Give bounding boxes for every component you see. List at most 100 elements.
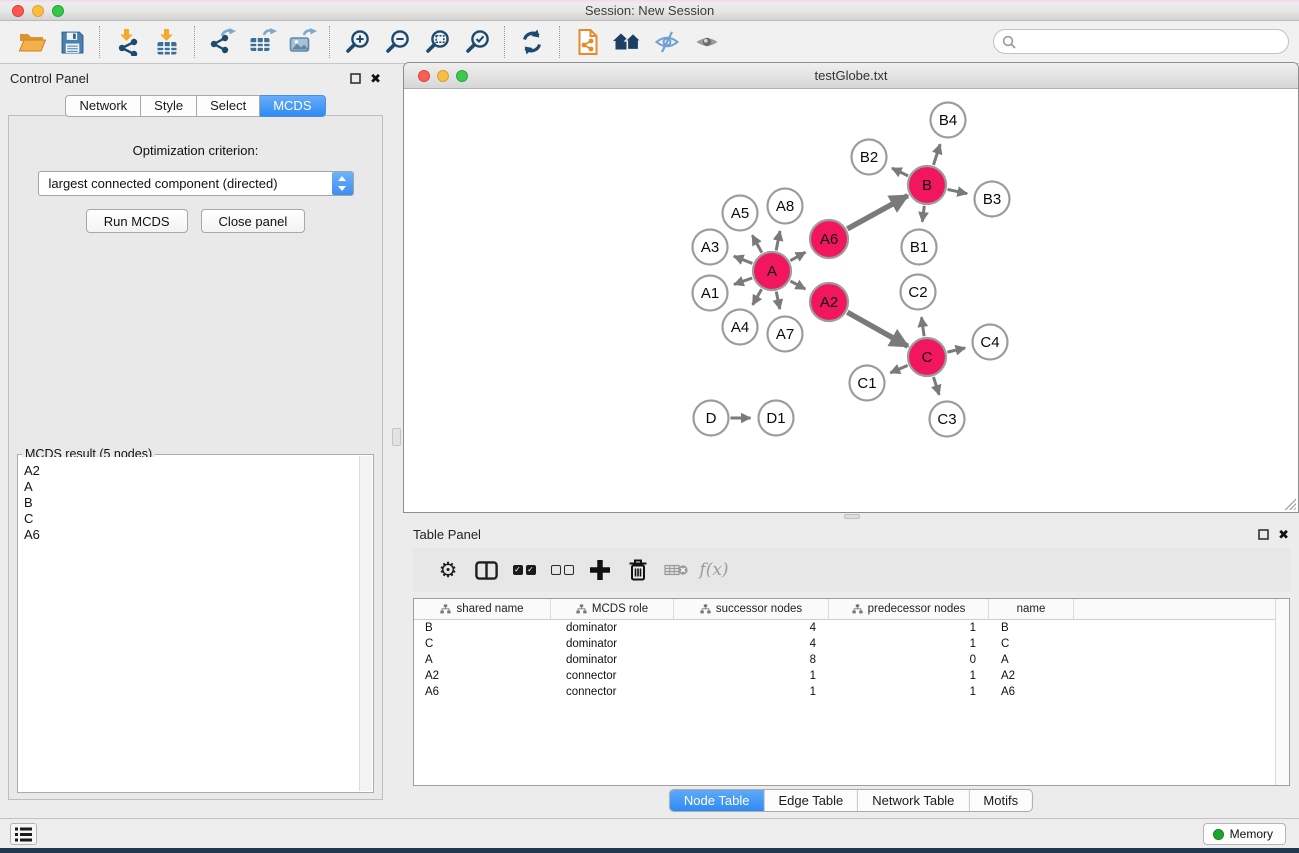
search-field[interactable] <box>993 29 1289 54</box>
table-cell[interactable]: 1 <box>829 684 989 700</box>
table-row[interactable]: Bdominator41B <box>414 620 1289 636</box>
graph-node-B2[interactable]: B2 <box>852 140 887 175</box>
criterion-select[interactable]: largest connected component (directed) <box>38 171 354 196</box>
zoom-selected-button[interactable] <box>457 24 497 60</box>
mcds-result-item[interactable]: A <box>24 479 359 495</box>
close-panel-button[interactable]: Close panel <box>201 209 306 233</box>
edge-C-C3[interactable] <box>933 377 939 395</box>
table-cell[interactable]: A6 <box>989 684 1074 700</box>
tab-select[interactable]: Select <box>197 95 260 117</box>
function-builder-button[interactable]: f(x) <box>695 552 733 588</box>
network-canvas[interactable]: B4B2BB3A5A8A6B1A3AC2A1A2A4A7C4CC1C3DD1 <box>404 89 1298 512</box>
float-panel-icon[interactable] <box>350 73 361 84</box>
edge-A-A4[interactable] <box>753 289 762 305</box>
table-cell[interactable]: A <box>414 652 551 668</box>
tab-style[interactable]: Style <box>141 95 197 117</box>
tab-edge-table[interactable]: Edge Table <box>763 790 857 811</box>
vertical-splitter[interactable] <box>391 64 403 812</box>
table-cell[interactable]: connector <box>551 684 674 700</box>
edge-A-A6[interactable] <box>790 252 805 261</box>
table-cell[interactable]: 4 <box>674 620 829 636</box>
graph-node-C[interactable]: C <box>908 338 946 376</box>
tab-node-table[interactable]: Node Table <box>670 790 764 811</box>
network-minimize-light[interactable] <box>437 70 449 82</box>
table-cell[interactable]: 1 <box>674 684 829 700</box>
minimize-window-light[interactable] <box>32 5 44 17</box>
graph-node-A3[interactable]: A3 <box>693 230 728 265</box>
column-header-shared-name[interactable]: shared name <box>414 599 551 619</box>
edge-A-A2[interactable] <box>790 281 805 289</box>
memory-button[interactable]: Memory <box>1203 823 1286 845</box>
mcds-result-scrollbar[interactable] <box>359 456 372 791</box>
show-graphics-details-button[interactable] <box>687 24 727 60</box>
refresh-view-button[interactable] <box>512 24 552 60</box>
table-cell[interactable]: dominator <box>551 620 674 636</box>
show-column-button[interactable] <box>467 552 505 588</box>
table-row[interactable]: Cdominator41C <box>414 636 1289 652</box>
column-header-predecessor-nodes[interactable]: predecessor nodes <box>829 599 989 619</box>
graph-node-C4[interactable]: C4 <box>973 325 1008 360</box>
table-cell[interactable]: B <box>989 620 1074 636</box>
table-row[interactable]: A2connector11A2 <box>414 668 1289 684</box>
table-cell[interactable]: dominator <box>551 652 674 668</box>
table-cell[interactable]: 1 <box>829 636 989 652</box>
table-scrollbar[interactable] <box>1275 599 1289 785</box>
table-cell[interactable]: A2 <box>414 668 551 684</box>
mcds-result-list[interactable]: A2ABCA6 <box>19 457 359 791</box>
graph-node-A1[interactable]: A1 <box>693 276 728 311</box>
graph-node-B1[interactable]: B1 <box>902 230 937 265</box>
import-network-button[interactable] <box>107 24 147 60</box>
graph-node-A8[interactable]: A8 <box>768 189 803 224</box>
graph-node-C2[interactable]: C2 <box>901 275 936 310</box>
table-cell[interactable]: A6 <box>414 684 551 700</box>
table-row[interactable]: A6connector11A6 <box>414 684 1289 700</box>
graph-node-D[interactable]: D <box>694 401 729 436</box>
edge-A-A1[interactable] <box>734 278 752 284</box>
export-network-button[interactable] <box>202 24 242 60</box>
close-table-panel-icon[interactable]: ✖ <box>1278 528 1289 541</box>
search-input[interactable] <box>1021 34 1288 49</box>
table-cell[interactable]: dominator <box>551 636 674 652</box>
save-session-button[interactable] <box>52 24 92 60</box>
edge-A-A7[interactable] <box>776 292 780 309</box>
table-cell[interactable]: C <box>989 636 1074 652</box>
edge-A-A5[interactable] <box>752 235 762 252</box>
run-mcds-button[interactable]: Run MCDS <box>86 209 188 233</box>
float-table-panel-icon[interactable] <box>1258 529 1269 540</box>
table-cell[interactable]: 4 <box>674 636 829 652</box>
graph-node-A7[interactable]: A7 <box>768 317 803 352</box>
tab-network[interactable]: Network <box>65 95 141 117</box>
unselect-all-columns-button[interactable] <box>543 552 581 588</box>
hide-graphics-details-button[interactable] <box>647 24 687 60</box>
graph-node-D1[interactable]: D1 <box>759 401 794 436</box>
clone-network-button[interactable] <box>567 24 607 60</box>
edge-B-B4[interactable] <box>933 144 940 165</box>
export-table-button[interactable] <box>242 24 282 60</box>
table-cell[interactable]: 0 <box>829 652 989 668</box>
create-column-button[interactable] <box>581 552 619 588</box>
table-row[interactable]: Adominator80A <box>414 652 1289 668</box>
network-fullscreen-light[interactable] <box>456 70 468 82</box>
horizontal-splitter-grip[interactable] <box>844 514 860 519</box>
select-stepper-icon[interactable] <box>332 172 353 195</box>
edge-A-A3[interactable] <box>734 256 753 263</box>
graph-node-A5[interactable]: A5 <box>723 196 758 231</box>
edge-B-B1[interactable] <box>922 206 924 222</box>
window-resize-grip[interactable] <box>1283 497 1296 510</box>
table-cell[interactable]: A2 <box>989 668 1074 684</box>
edge-B-B2[interactable] <box>892 168 908 176</box>
delete-columns-button[interactable] <box>619 552 657 588</box>
close-window-light[interactable] <box>12 5 24 17</box>
edge-A6-B[interactable] <box>847 196 907 229</box>
column-header-name[interactable]: name <box>989 599 1074 619</box>
column-header-MCDS-role[interactable]: MCDS role <box>551 599 674 619</box>
graph-node-A6[interactable]: A6 <box>810 220 848 258</box>
table-cell[interactable]: A <box>989 652 1074 668</box>
fullscreen-window-light[interactable] <box>52 5 64 17</box>
import-table-button[interactable] <box>147 24 187 60</box>
tab-network-table[interactable]: Network Table <box>857 790 968 811</box>
graph-node-A4[interactable]: A4 <box>723 310 758 345</box>
horizontal-splitter[interactable] <box>403 513 1299 520</box>
show-task-history-button[interactable] <box>10 823 37 845</box>
graph-node-A2[interactable]: A2 <box>810 283 848 321</box>
